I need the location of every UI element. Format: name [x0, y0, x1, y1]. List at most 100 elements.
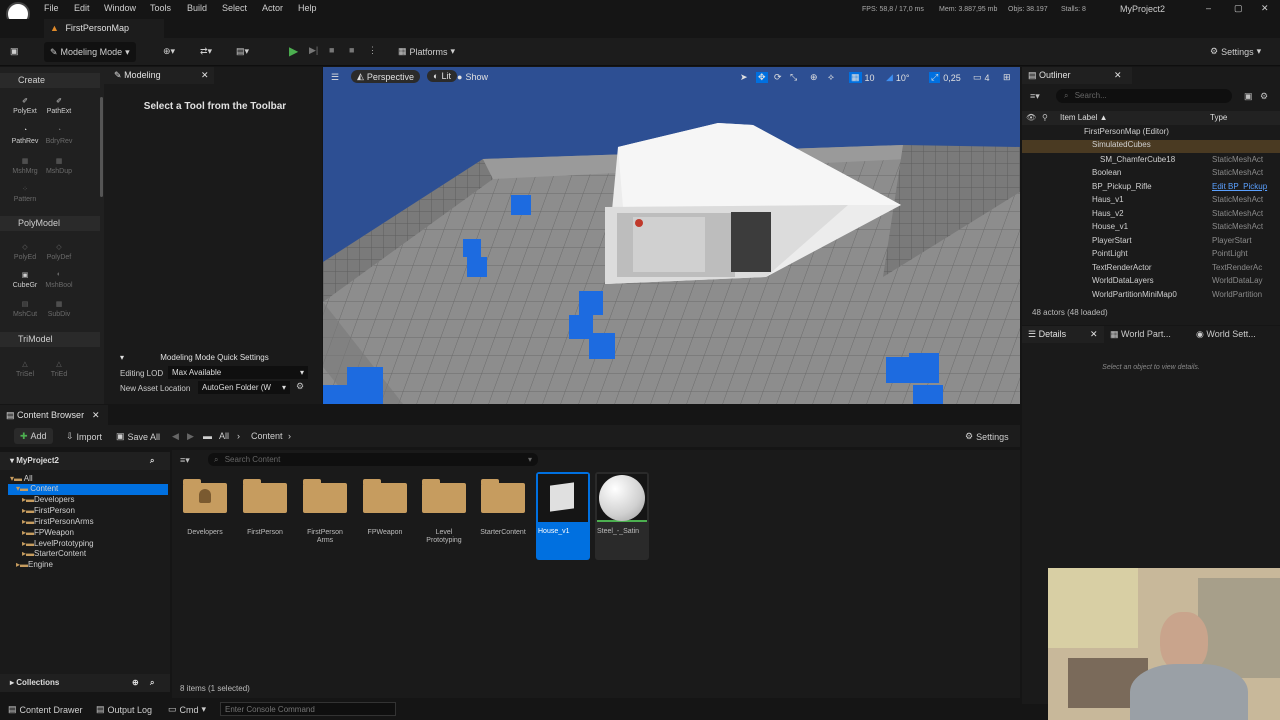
cinematics-icon[interactable]: ▤▾: [236, 46, 249, 57]
tool-mshmrg[interactable]: ▦ MshMrg: [8, 157, 42, 175]
forward-icon[interactable]: ▶: [187, 431, 194, 442]
col-type[interactable]: Type: [1210, 113, 1227, 122]
menu-help[interactable]: Help: [298, 3, 317, 13]
palette-scrollbar[interactable]: [100, 97, 103, 197]
section-polymodel[interactable]: PolyModel: [0, 216, 100, 231]
tool-mshdup[interactable]: ▦ MshDup: [42, 157, 76, 175]
scene-render[interactable]: [323, 67, 1020, 404]
asset-material[interactable]: Steel_-_Satin: [595, 472, 649, 560]
outliner-row[interactable]: TextRenderActor TextRenderAc: [1022, 263, 1280, 276]
outliner-row[interactable]: BP_Pickup_Rifle Edit BP_Pickup: [1022, 182, 1280, 195]
tool-pathext[interactable]: ✐ PathExt: [42, 97, 76, 115]
camera-speed-button[interactable]: ▭ 4: [973, 72, 990, 83]
show-button[interactable]: ● Show: [457, 72, 488, 82]
play-icon[interactable]: ▶: [289, 44, 298, 58]
rotate-icon[interactable]: ⟳: [774, 72, 782, 83]
tool-polyed[interactable]: ◇ PolyEd: [8, 243, 42, 261]
tool-pattern[interactable]: ⁘ Pattern: [8, 185, 42, 203]
tool-polyext[interactable]: ✐ PolyExt: [8, 97, 42, 115]
tool-pathrev[interactable]: ◔ PathRev: [8, 127, 42, 145]
more-options-icon[interactable]: ⋮: [368, 45, 377, 56]
settings-dropdown[interactable]: ⚙ Settings ▾: [1210, 46, 1261, 57]
perspective-button[interactable]: ◭ Perspective: [351, 70, 420, 83]
section-trimodel[interactable]: TriModel: [0, 332, 100, 347]
world-space-icon[interactable]: ⊕: [810, 72, 818, 83]
outliner-tab[interactable]: ▤ Outliner ✕: [1022, 67, 1132, 84]
save-icon[interactable]: ▣: [10, 46, 19, 57]
gear-icon[interactable]: ⚙: [296, 381, 304, 392]
tool-trisel[interactable]: △ TriSel: [8, 360, 42, 378]
select-mode-icon[interactable]: ➤: [740, 72, 748, 83]
content-browser-tab[interactable]: ▤ Content Browser ✕: [0, 405, 108, 425]
visibility-icon[interactable]: 👁: [1026, 113, 1036, 122]
outliner-row[interactable]: Haus_v1 StaticMeshAct: [1022, 195, 1280, 208]
tool-mshcut[interactable]: ▤ MshCut: [8, 300, 42, 318]
menu-file[interactable]: File: [44, 3, 59, 13]
tool-cubegr[interactable]: ▣ CubeGr: [8, 271, 42, 289]
outliner-search[interactable]: ⌕ Search...: [1056, 89, 1232, 103]
scale-snap-button[interactable]: ⤢ 0,25: [929, 72, 961, 83]
add-collection-icon[interactable]: ⊕: [132, 678, 139, 687]
cb-settings-button[interactable]: ⚙ Settings: [965, 431, 1009, 442]
asset-folder[interactable]: Level Prototyping: [419, 473, 469, 559]
breadcrumb-all[interactable]: All: [219, 431, 229, 441]
filter-icon[interactable]: ≡▾: [1030, 91, 1040, 102]
save-all-button[interactable]: ▣ Save All: [116, 431, 160, 442]
col-item-label[interactable]: Item Label ▲: [1060, 113, 1108, 122]
stop-icon[interactable]: ■: [329, 45, 334, 55]
close-icon[interactable]: ✕: [92, 410, 100, 421]
rotation-snap-button[interactable]: ◢ 10°: [886, 72, 910, 83]
tree-item-startercontent[interactable]: ▸▬StarterContent: [22, 549, 86, 560]
asset-folder[interactable]: FirstPerson Arms: [300, 473, 350, 559]
level-viewport[interactable]: ☰ ◭ Perspective ◐ Lit ● Show ➤ ✥ ⟳ ⤡ ⊕ ⟡ ▦ 1…: [323, 67, 1020, 404]
asset-folder[interactable]: Developers: [180, 473, 230, 559]
asset-static-mesh[interactable]: House_v1: [536, 472, 590, 560]
close-icon[interactable]: ✕: [1261, 3, 1269, 14]
mode-dropdown[interactable]: ✎ Modeling Mode ▾: [44, 42, 136, 62]
scale-icon[interactable]: ⤡: [790, 72, 797, 83]
level-tab[interactable]: ▲ FirstPersonMap: [44, 19, 164, 38]
content-drawer-button[interactable]: ▤ Content Drawer: [8, 704, 83, 715]
tool-mshbool[interactable]: ◐ MshBool: [42, 271, 76, 289]
world-partition-tab[interactable]: ▦ World Part...: [1110, 329, 1171, 340]
world-settings-tab[interactable]: ◉ World Sett...: [1196, 329, 1256, 340]
close-icon[interactable]: ✕: [1114, 70, 1122, 81]
asset-folder[interactable]: FPWeapon: [360, 473, 410, 559]
tool-bdryrev[interactable]: ◔ BdryRev: [42, 127, 76, 145]
tree-item-firstperson[interactable]: ▸▬FirstPerson: [22, 506, 75, 517]
cmd-dropdown[interactable]: ▭ Cmd ▾: [168, 704, 206, 715]
section-create[interactable]: Create: [0, 73, 100, 88]
outliner-row[interactable]: PlayerStart PlayerStart: [1022, 236, 1280, 249]
grid-snap-button[interactable]: ▦ 10: [849, 72, 875, 83]
details-tab[interactable]: ☰ Details ✕: [1022, 326, 1104, 343]
search-icon[interactable]: ⌕: [150, 678, 154, 688]
asset-folder[interactable]: FirstPerson: [240, 473, 290, 559]
outliner-row[interactable]: FirstPersonMap (Editor): [1022, 127, 1280, 140]
folder-icon[interactable]: ▬: [203, 431, 212, 441]
tree-item-firstpersonarms[interactable]: ▸▬FirstPersonArms: [22, 517, 94, 528]
back-icon[interactable]: ◀: [172, 431, 179, 442]
outliner-row[interactable]: SM_ChamferCube18 StaticMeshAct: [1022, 155, 1280, 168]
maximize-viewport-icon[interactable]: ⊞: [1003, 72, 1011, 83]
close-icon[interactable]: ✕: [1090, 329, 1098, 340]
add-actor-icon[interactable]: ⊕▾: [163, 46, 175, 57]
minimize-icon[interactable]: –: [1206, 3, 1211, 13]
maximize-icon[interactable]: ▢: [1234, 3, 1243, 14]
menu-build[interactable]: Build: [187, 3, 207, 13]
surface-snap-icon[interactable]: ⟡: [828, 72, 834, 83]
outliner-row[interactable]: Haus_v2 StaticMeshAct: [1022, 209, 1280, 222]
step-icon[interactable]: ▶|: [309, 45, 318, 56]
add-folder-icon[interactable]: ▣: [1244, 91, 1253, 102]
platforms-dropdown[interactable]: ▦ Platforms ▾: [398, 46, 455, 57]
tool-subdiv[interactable]: ▦ SubDiv: [42, 300, 76, 318]
gear-icon[interactable]: ⚙: [1260, 91, 1268, 102]
collections-header[interactable]: ▸ Collections ⊕ ⌕: [0, 674, 170, 692]
import-button[interactable]: ⇩ Import: [66, 431, 102, 442]
outliner-row[interactable]: PointLight PointLight: [1022, 249, 1280, 262]
asset-location-select[interactable]: AutoGen Folder (W ▾: [198, 381, 290, 394]
tree-item-engine[interactable]: ▸▬Engine: [16, 560, 53, 571]
outliner-row[interactable]: WorldPartitionMiniMap0 WorldPartition: [1022, 290, 1280, 303]
editing-lod-select[interactable]: Max Available ▾: [168, 366, 308, 379]
filter-icon[interactable]: ≡▾: [180, 455, 190, 466]
tree-item-fpweapon[interactable]: ▸▬FPWeapon: [22, 528, 74, 539]
